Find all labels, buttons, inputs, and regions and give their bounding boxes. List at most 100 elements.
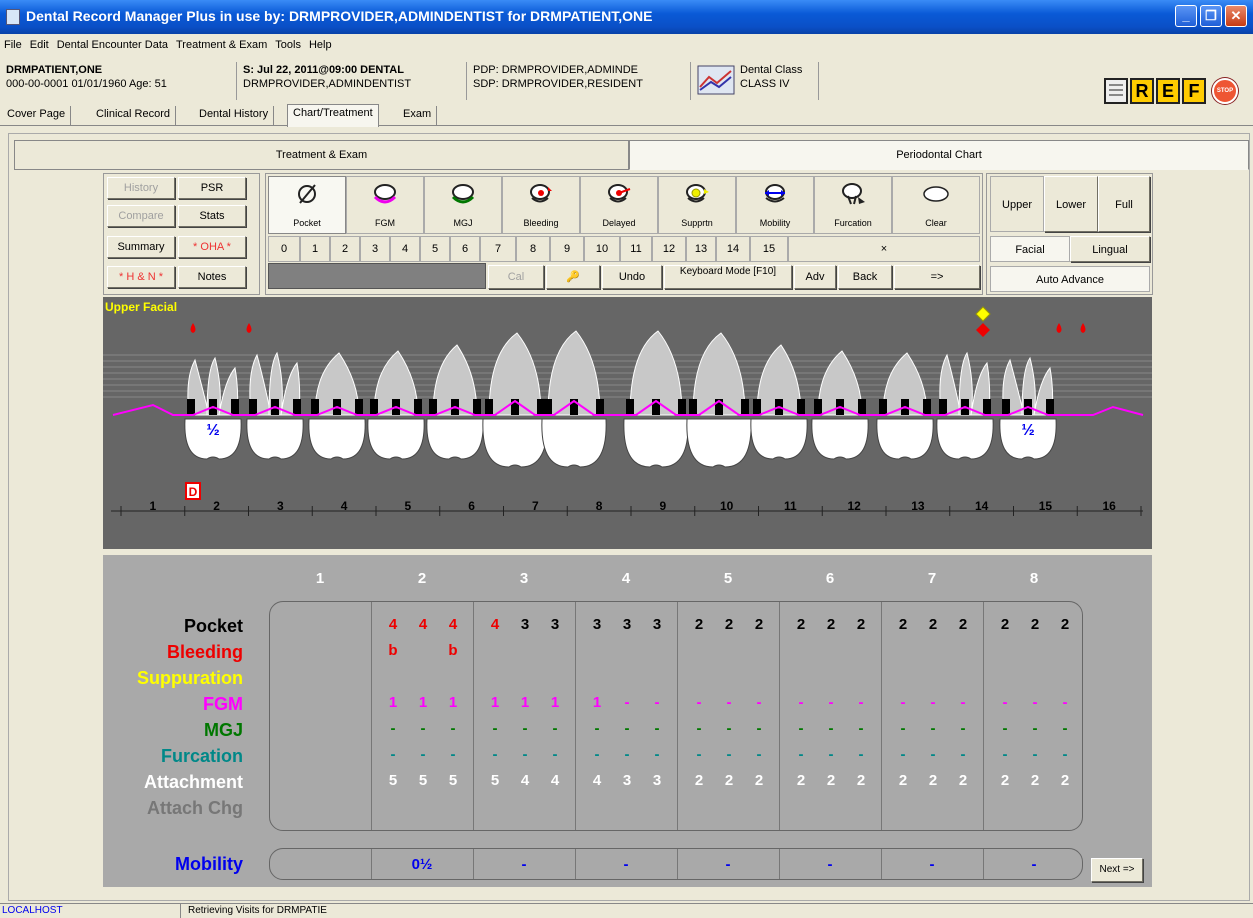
compare-button[interactable]: Compare [107, 205, 175, 227]
mobility-cell[interactable]: - [504, 856, 544, 873]
attachment-cell[interactable]: 2 [1051, 772, 1079, 789]
mobility-cell[interactable]: - [1014, 856, 1054, 873]
attachment-cell[interactable]: 4 [583, 772, 611, 789]
restore-button[interactable]: ❐ [1200, 5, 1222, 27]
primary-provider[interactable]: PDP: DRMPROVIDER,ADMINDE [473, 64, 638, 77]
attachment-cell[interactable]: 2 [919, 772, 947, 789]
fgm-cell[interactable]: - [889, 694, 917, 711]
fgm-cell[interactable]: 1 [511, 694, 539, 711]
next-button[interactable]: Next => [1091, 858, 1143, 882]
keyboard-mode-button[interactable]: Keyboard Mode [F10] [664, 265, 792, 289]
tab-periodontal-chart[interactable]: Periodontal Chart [629, 140, 1249, 170]
secondary-provider[interactable]: SDP: DRMPROVIDER,RESIDENT [473, 78, 643, 91]
cal-button[interactable]: Cal [488, 265, 544, 289]
pocket-cell[interactable]: 2 [949, 616, 977, 633]
menu-edit[interactable]: Edit [26, 36, 53, 54]
tool-bleeding[interactable]: Bleeding [502, 176, 580, 234]
numpad-button-15[interactable]: 15 [750, 236, 788, 262]
tab-treatment-exam[interactable]: Treatment & Exam [14, 140, 629, 170]
close-button[interactable]: ✕ [1225, 5, 1247, 27]
head-neck-button[interactable]: * H & N * [107, 266, 175, 288]
mgj-cell[interactable]: - [613, 720, 641, 737]
mobility-cell[interactable]: - [708, 856, 748, 873]
numpad-button-5[interactable]: 5 [420, 236, 450, 262]
stats-button[interactable]: Stats [178, 205, 246, 227]
mgj-cell[interactable]: - [949, 720, 977, 737]
mgj-cell[interactable]: - [409, 720, 437, 737]
tab-exam[interactable]: Exam [398, 106, 438, 126]
mgj-cell[interactable]: - [817, 720, 845, 737]
attachment-cell[interactable]: 2 [685, 772, 713, 789]
patient-name[interactable]: DRMPATIENT,ONE [6, 64, 102, 77]
upper-facial-chart[interactable]: Upper Facial ½ ½ D 1 2 3 4 5 6 7 8 9 10 11 12 13 14 15 16 [103, 297, 1152, 549]
fgm-cell[interactable]: 1 [583, 694, 611, 711]
attachment-cell[interactable]: 3 [643, 772, 671, 789]
pocket-cell[interactable]: 2 [889, 616, 917, 633]
pocket-cell[interactable]: 3 [511, 616, 539, 633]
fgm-cell[interactable]: - [643, 694, 671, 711]
mgj-cell[interactable]: - [745, 720, 773, 737]
numpad-button-2[interactable]: 2 [330, 236, 360, 262]
furcation-cell[interactable]: - [481, 746, 509, 763]
fgm-cell[interactable]: - [949, 694, 977, 711]
tool-delayed[interactable]: Delayed [580, 176, 658, 234]
back-button[interactable]: Back [838, 265, 892, 289]
attachment-cell[interactable]: 2 [889, 772, 917, 789]
pocket-cell[interactable]: 3 [613, 616, 641, 633]
menu-file[interactable]: File [0, 36, 26, 54]
pocket-cell[interactable]: 3 [583, 616, 611, 633]
fgm-cell[interactable]: - [919, 694, 947, 711]
tool-mgj[interactable]: MGJ [424, 176, 502, 234]
mgj-cell[interactable]: - [439, 720, 467, 737]
fgm-cell[interactable]: 1 [439, 694, 467, 711]
fgm-cell[interactable]: 1 [409, 694, 437, 711]
attachment-cell[interactable]: 2 [715, 772, 743, 789]
psr-button[interactable]: PSR [178, 177, 246, 199]
menu-tools[interactable]: Tools [271, 36, 305, 54]
mobility-cell[interactable]: - [606, 856, 646, 873]
history-button[interactable]: History [107, 177, 175, 199]
furcation-cell[interactable]: - [787, 746, 815, 763]
undo-button[interactable]: Undo [602, 265, 662, 289]
menu-help[interactable]: Help [305, 36, 336, 54]
furcation-cell[interactable]: - [847, 746, 875, 763]
attachment-cell[interactable]: 5 [481, 772, 509, 789]
numpad-button-11[interactable]: 11 [620, 236, 652, 262]
numpad-button-0[interactable]: 0 [268, 236, 300, 262]
numpad-button-8[interactable]: 8 [516, 236, 550, 262]
mgj-cell[interactable]: - [919, 720, 947, 737]
mgj-cell[interactable]: - [643, 720, 671, 737]
attachment-cell[interactable]: 2 [949, 772, 977, 789]
numpad-button-1[interactable]: 1 [300, 236, 330, 262]
tool-fgm[interactable]: FGM [346, 176, 424, 234]
pocket-cell[interactable]: 2 [787, 616, 815, 633]
furcation-cell[interactable]: - [889, 746, 917, 763]
attachment-cell[interactable]: 2 [745, 772, 773, 789]
numpad-button-12[interactable]: 12 [652, 236, 686, 262]
pocket-cell[interactable]: 2 [817, 616, 845, 633]
numpad-button-10[interactable]: 10 [584, 236, 620, 262]
tool-suppuration[interactable]: Supprtn [658, 176, 736, 234]
fgm-cell[interactable]: 1 [541, 694, 569, 711]
visit-label[interactable]: S: Jul 22, 2011@09:00 DENTAL [243, 64, 404, 77]
furcation-cell[interactable]: - [817, 746, 845, 763]
stop-button[interactable]: STOP [1212, 78, 1238, 104]
attachment-cell[interactable]: 2 [847, 772, 875, 789]
tab-dental-history[interactable]: Dental History [194, 106, 275, 126]
numpad-button-13[interactable]: 13 [686, 236, 716, 262]
furcation-cell[interactable]: - [643, 746, 671, 763]
furcation-cell[interactable]: - [583, 746, 611, 763]
menu-dental-encounter-data[interactable]: Dental Encounter Data [53, 36, 172, 54]
mgj-cell[interactable]: - [787, 720, 815, 737]
mgj-cell[interactable]: - [685, 720, 713, 737]
oha-button[interactable]: * OHA * [178, 236, 246, 258]
furcation-cell[interactable]: - [409, 746, 437, 763]
numpad-button-14[interactable]: 14 [716, 236, 750, 262]
fgm-cell[interactable]: - [787, 694, 815, 711]
attachment-cell[interactable]: 5 [439, 772, 467, 789]
fgm-cell[interactable]: - [715, 694, 743, 711]
patient-info[interactable]: 000-00-0001 01/01/1960 Age: 51 [6, 78, 167, 91]
furcation-cell[interactable]: - [949, 746, 977, 763]
tooth-diagram[interactable]: ½ ½D1 2 3 4 5 6 7 8 9 10 11 12 13 14 15 16 [103, 297, 1152, 549]
lingual-button[interactable]: Lingual [1070, 236, 1150, 262]
